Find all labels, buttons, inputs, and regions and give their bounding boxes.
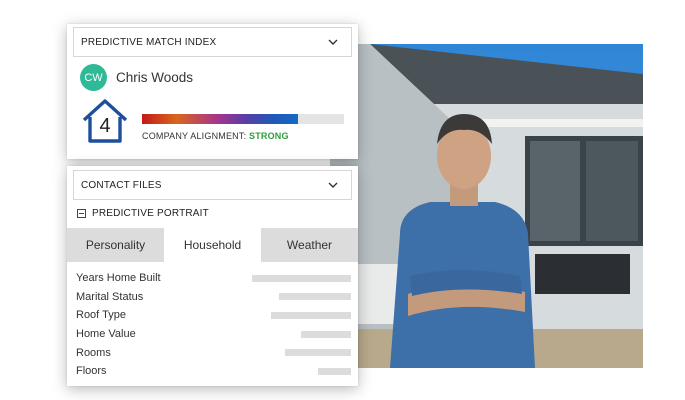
minus-square-icon: [77, 209, 86, 218]
contact-person[interactable]: CW Chris Woods: [80, 64, 193, 91]
attribute-value-placeholder: [318, 367, 351, 375]
attribute-value-placeholder: [285, 349, 351, 357]
list-item: Floors: [76, 362, 351, 381]
predictive-match-dropdown[interactable]: PREDICTIVE MATCH INDEX: [73, 27, 352, 57]
predictive-portrait-label: PREDICTIVE PORTRAIT: [92, 208, 209, 219]
alignment-bar: [142, 114, 344, 124]
attribute-label: Rooms: [76, 346, 111, 359]
tab-personality[interactable]: Personality: [67, 228, 164, 262]
attribute-label: Marital Status: [76, 290, 144, 303]
contact-files-dropdown[interactable]: CONTACT FILES: [73, 170, 352, 200]
match-score: 4: [99, 115, 111, 137]
attribute-value-placeholder: [271, 311, 351, 319]
attribute-value-placeholder: [301, 330, 351, 338]
predictive-match-label: PREDICTIVE MATCH INDEX: [81, 36, 217, 48]
portrait-tabs: Personality Household Weather: [67, 228, 358, 262]
attribute-label: Roof Type: [76, 309, 126, 322]
list-item: Marital Status: [76, 288, 351, 307]
alignment-prefix: COMPANY ALIGNMENT:: [142, 131, 247, 141]
predictive-portrait-toggle[interactable]: PREDICTIVE PORTRAIT: [77, 208, 209, 219]
list-item: Rooms: [76, 343, 351, 362]
alignment-value: STRONG: [249, 131, 289, 141]
tab-weather[interactable]: Weather: [261, 228, 358, 262]
list-item: Home Value: [76, 325, 351, 344]
attribute-label: Years Home Built: [76, 272, 161, 285]
list-item: Years Home Built: [76, 269, 351, 288]
attribute-label: Home Value: [76, 328, 136, 341]
contact-files-card: CONTACT FILES PREDICTIVE PORTRAIT Person…: [67, 166, 358, 386]
match-score-badge: 4: [80, 98, 130, 144]
homeowner-photo-illustration: [330, 44, 643, 368]
chevron-down-icon: [327, 36, 339, 48]
company-alignment: COMPANY ALIGNMENT: STRONG: [142, 131, 289, 141]
household-attributes: Years Home Built Marital Status Roof Typ…: [76, 269, 351, 381]
attribute-label: Floors: [76, 365, 107, 378]
contact-files-label: CONTACT FILES: [81, 179, 162, 191]
contact-name: Chris Woods: [116, 70, 194, 85]
alignment-bar-fill: [142, 114, 298, 124]
homeowner-photo: [330, 44, 643, 368]
tab-household[interactable]: Household: [164, 228, 261, 262]
attribute-value-placeholder: [279, 293, 351, 301]
chevron-down-icon: [327, 179, 339, 191]
list-item: Roof Type: [76, 306, 351, 325]
attribute-value-placeholder: [252, 274, 351, 282]
avatar: CW: [80, 64, 107, 91]
predictive-match-card: PREDICTIVE MATCH INDEX CW Chris Woods 4 …: [67, 24, 358, 159]
